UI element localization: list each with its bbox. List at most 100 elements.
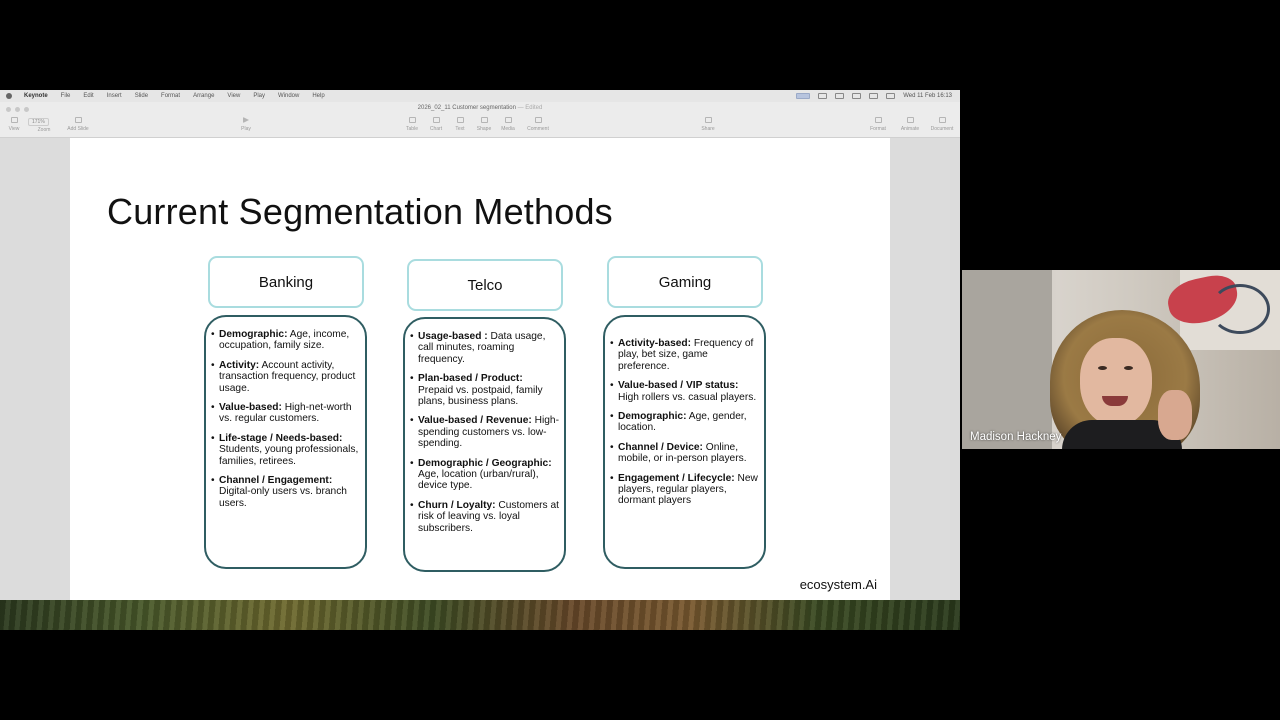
list-item: Channel / Device: Online, mobile, or in-… — [610, 442, 760, 465]
menu-insert[interactable]: Insert — [107, 93, 122, 99]
list-item: Value-based / VIP status: High rollers v… — [610, 380, 760, 403]
participant-hand — [1158, 390, 1192, 440]
video-background — [962, 270, 1052, 449]
wall-art — [1164, 270, 1280, 350]
list-item: Demographic: Age, income, occupation, fa… — [211, 329, 361, 352]
format-icon — [874, 117, 882, 123]
telco-header: Telco — [407, 259, 563, 311]
list-item: Value-based / Revenue: High-spending cus… — [410, 415, 560, 449]
banking-card: Demographic: Age, income, occupation, fa… — [204, 315, 367, 569]
menu-slide[interactable]: Slide — [135, 93, 148, 99]
add-slide-button[interactable]: Add Slide — [66, 117, 90, 132]
document-title: 2026_02_11 Customer segmentation — Edite… — [0, 105, 960, 111]
desktop-wallpaper — [0, 600, 960, 630]
list-item: Value-based: High-net-worth vs. regular … — [211, 402, 361, 425]
format-button[interactable]: Format — [866, 117, 890, 132]
menu-app-name[interactable]: Keynote — [24, 93, 48, 99]
share-button[interactable]: Share — [696, 117, 720, 132]
list-item: Channel / Engagement: Digital-only users… — [211, 475, 361, 509]
shared-screen: Keynote File Edit Insert Slide Format Ar… — [0, 90, 960, 630]
menu-format[interactable]: Format — [161, 93, 180, 99]
list-item: Usage-based : Data usage, call minutes, … — [410, 331, 560, 365]
shape-label: Shape — [476, 126, 492, 132]
media-icon — [504, 117, 512, 123]
menu-play[interactable]: Play — [253, 93, 265, 99]
document-label: Document — [930, 126, 954, 132]
banking-header: Banking — [208, 256, 364, 308]
text-label: Text — [455, 126, 465, 132]
animate-button[interactable]: Animate — [898, 117, 922, 132]
media-button[interactable]: Media — [496, 117, 520, 132]
chart-icon — [432, 117, 440, 123]
zoom-label-wrap: Zoom — [32, 127, 56, 133]
status-icon[interactable] — [818, 93, 828, 99]
zoom-label: Zoom — [37, 127, 51, 133]
comment-button[interactable]: Comment — [526, 117, 550, 132]
participant-eye — [1124, 366, 1133, 370]
telco-card: Usage-based : Data usage, call minutes, … — [403, 317, 566, 572]
format-label: Format — [870, 126, 886, 132]
comment-label: Comment — [527, 126, 549, 132]
document-button[interactable]: Document — [930, 117, 954, 132]
table-icon — [408, 117, 416, 123]
shape-button[interactable]: Shape — [472, 117, 496, 132]
art-swirl — [1210, 284, 1270, 334]
shape-icon — [480, 117, 488, 123]
battery-icon[interactable] — [852, 93, 862, 99]
brand-logo: ecosystem.Ai — [799, 577, 877, 592]
list-item: Demographic / Geographic: Age, location … — [410, 458, 560, 492]
menu-edit[interactable]: Edit — [83, 93, 93, 99]
add-slide-label: Add Slide — [67, 126, 89, 132]
slide[interactable]: Current Segmentation Methods Banking Dem… — [70, 138, 890, 600]
participant-name: Madison Hackney — [970, 431, 1062, 443]
view-icon — [10, 117, 18, 123]
menu-file[interactable]: File — [61, 93, 71, 99]
table-label: Table — [406, 126, 418, 132]
comment-icon — [534, 117, 542, 123]
text-icon — [456, 117, 464, 123]
zoom-select[interactable]: 171% — [28, 118, 49, 126]
document-icon — [938, 117, 946, 123]
participant-face — [1080, 338, 1152, 426]
menu-help[interactable]: Help — [312, 93, 324, 99]
keynote-toolbar: 2026_02_11 Customer segmentation — Edite… — [0, 102, 960, 138]
list-item: Engagement / Lifecycle: New players, reg… — [610, 473, 760, 507]
share-icon — [704, 117, 712, 123]
share-label: Share — [701, 126, 715, 132]
slide-canvas: Current Segmentation Methods Banking Dem… — [0, 138, 960, 600]
document-name: 2026_02_11 Customer segmentation — [417, 105, 516, 111]
participant-video[interactable]: Madison Hackney — [962, 270, 1280, 449]
menu-arrange[interactable]: Arrange — [193, 93, 214, 99]
chart-label: Chart — [429, 126, 443, 132]
participant-eye — [1098, 366, 1107, 370]
wifi-icon[interactable] — [869, 93, 879, 99]
table-button[interactable]: Table — [400, 117, 424, 132]
menu-view[interactable]: View — [227, 93, 240, 99]
play-label: Play — [241, 126, 251, 132]
list-item: Plan-based / Product: Prepaid vs. postpa… — [410, 373, 560, 407]
control-center-icon[interactable] — [886, 93, 896, 99]
list-item: Activity: Account activity, transaction … — [211, 360, 361, 394]
status-icon[interactable] — [835, 93, 845, 99]
list-item: Churn / Loyalty: Customers at risk of le… — [410, 500, 560, 534]
menu-window[interactable]: Window — [278, 93, 299, 99]
list-item: Life-stage / Needs-based: Students, youn… — [211, 433, 361, 467]
view-label: View — [8, 126, 20, 132]
screen-share-icon[interactable] — [796, 93, 811, 99]
apple-icon[interactable] — [6, 93, 12, 99]
play-button[interactable]: Play — [234, 117, 258, 132]
menu-bar: Keynote File Edit Insert Slide Format Ar… — [0, 90, 960, 102]
animate-label: Animate — [900, 126, 920, 132]
list-item: Demographic: Age, gender, location. — [610, 411, 760, 434]
play-icon — [243, 117, 249, 123]
menu-clock[interactable]: Wed 11 Feb 16:13 — [903, 93, 952, 99]
text-button[interactable]: Text — [448, 117, 472, 132]
gaming-card: Activity-based: Frequency of play, bet s… — [603, 315, 766, 569]
chart-button[interactable]: Chart — [424, 117, 448, 132]
animate-icon — [906, 117, 914, 123]
gaming-header: Gaming — [607, 256, 763, 308]
add-slide-icon — [74, 117, 82, 123]
media-label: Media — [501, 126, 515, 132]
view-button[interactable]: View — [2, 117, 26, 132]
status-area: Wed 11 Feb 16:13 — [796, 93, 960, 99]
